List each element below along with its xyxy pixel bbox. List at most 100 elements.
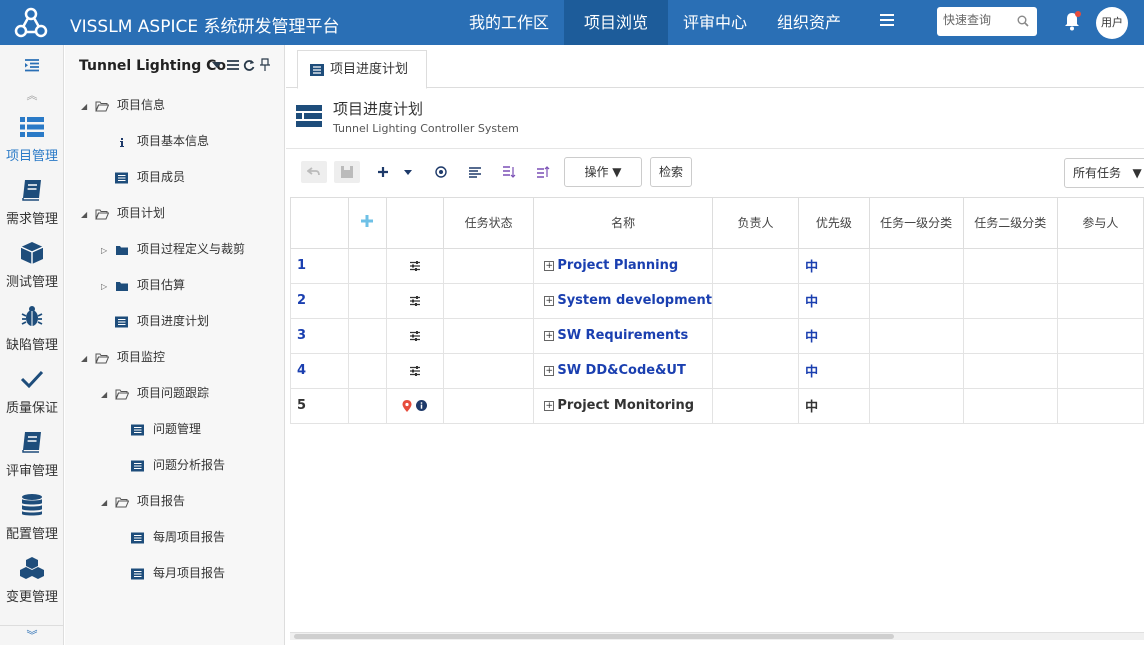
row-participants-cell[interactable] <box>1056 387 1144 424</box>
project-name[interactable]: Tunnel Lighting Co <box>79 58 226 74</box>
task-name[interactable]: SW Requirements <box>557 328 688 343</box>
col-priority[interactable]: 优先级 <box>798 198 870 249</box>
row-participants-cell[interactable] <box>1056 352 1144 389</box>
info-circle-icon[interactable] <box>416 400 428 411</box>
task-name[interactable]: Project Monitoring <box>557 398 694 413</box>
table-row[interactable]: 2 + System development 中 <box>290 282 1144 319</box>
row-status-cell[interactable] <box>442 247 535 284</box>
add-button[interactable] <box>370 161 396 183</box>
row-status-cell[interactable] <box>442 317 535 354</box>
map-pin-icon[interactable] <box>402 399 412 412</box>
tree-node[interactable]: ▷ 项目估算 <box>97 267 185 303</box>
task-filter-select[interactable]: 所有任务 ▼ <box>1064 158 1144 188</box>
row-participants-cell[interactable] <box>1056 282 1144 319</box>
expand-icon[interactable]: + <box>544 330 555 341</box>
row-owner-cell[interactable] <box>711 247 800 284</box>
row-name-cell[interactable]: + Project Monitoring <box>533 387 713 424</box>
tree-node[interactable]: ◢ 项目计划 <box>81 195 165 231</box>
caret-down-icon[interactable]: ◢ <box>81 89 95 125</box>
pin-icon[interactable] <box>259 58 271 72</box>
row-category-1-cell[interactable] <box>868 282 964 319</box>
save-button[interactable] <box>334 161 360 183</box>
caret-right-icon[interactable]: ▷ <box>101 233 115 269</box>
row-owner-cell[interactable] <box>711 317 800 354</box>
table-row[interactable]: 3 + SW Requirements 中 <box>290 317 1144 354</box>
expand-icon[interactable]: + <box>544 365 555 376</box>
tree-node[interactable]: ◢ 项目监控 <box>81 339 165 375</box>
operate-dropdown-button[interactable]: 操作 ▼ <box>564 157 642 187</box>
row-owner-cell[interactable] <box>711 352 800 389</box>
row-status-cell[interactable] <box>442 352 535 389</box>
row-category-1-cell[interactable] <box>868 317 964 354</box>
col-name[interactable]: 名称 <box>533 198 713 249</box>
col-category-1[interactable]: 任务一级分类 <box>868 198 964 249</box>
row-owner-cell[interactable] <box>711 282 800 319</box>
menu-icon[interactable] <box>880 14 894 28</box>
row-priority-cell[interactable]: 中 <box>798 282 870 319</box>
row-category-2-cell[interactable] <box>962 317 1058 354</box>
search-button[interactable]: 检索 <box>650 157 692 187</box>
row-status-cell[interactable] <box>442 282 535 319</box>
caret-down-icon[interactable]: ◢ <box>101 485 115 521</box>
caret-down-icon[interactable]: ◢ <box>81 341 95 377</box>
caret-down-icon[interactable]: ◢ <box>81 197 95 233</box>
target-button[interactable] <box>428 161 454 183</box>
caret-down-icon[interactable] <box>211 58 223 72</box>
task-name[interactable]: System development <box>557 293 711 308</box>
expand-icon[interactable]: + <box>544 295 555 306</box>
col-participants[interactable]: 参与人 <box>1056 198 1144 249</box>
refresh-icon[interactable] <box>243 58 255 72</box>
table-row[interactable]: 4 + SW DD&Code&UT 中 <box>290 352 1144 389</box>
tree-node[interactable]: ◢ 项目报告 <box>97 483 185 519</box>
row-category-2-cell[interactable] <box>962 352 1058 389</box>
tree-node[interactable]: 每周项目报告 <box>113 519 225 555</box>
tab-schedule[interactable]: 项目进度计划 <box>297 50 427 89</box>
tree-node[interactable]: ▷ 项目过程定义与裁剪 <box>97 231 245 267</box>
row-name-cell[interactable]: + Project Planning <box>533 247 713 284</box>
nav-project-browse[interactable]: 项目浏览 <box>564 0 669 45</box>
row-name-cell[interactable]: + SW DD&Code&UT <box>533 352 713 389</box>
undo-button[interactable] <box>301 161 327 183</box>
module-change[interactable]: 变更管理 <box>0 550 64 610</box>
expand-icon[interactable]: + <box>544 400 555 411</box>
row-status-cell[interactable] <box>442 387 535 424</box>
list-menu-icon[interactable] <box>227 58 239 72</box>
row-category-1-cell[interactable] <box>868 247 964 284</box>
col-owner[interactable]: 负责人 <box>711 198 800 249</box>
nav-my-workspace[interactable]: 我的工作区 <box>454 0 564 45</box>
row-name-cell[interactable]: + SW Requirements <box>533 317 713 354</box>
scroll-down-icon[interactable]: ︾ <box>0 625 64 645</box>
sort-desc-button[interactable] <box>496 161 522 183</box>
plus-icon[interactable] <box>360 214 374 228</box>
search-icon[interactable] <box>1017 15 1029 27</box>
module-quality[interactable]: 质量保证 <box>0 361 64 421</box>
col-category-2[interactable]: 任务二级分类 <box>962 198 1058 249</box>
sort-asc-button[interactable] <box>530 161 556 183</box>
task-name[interactable]: SW DD&Code&UT <box>557 363 686 378</box>
nav-org-assets[interactable]: 组织资产 <box>762 0 856 45</box>
module-requirements[interactable]: 需求管理 <box>0 172 64 232</box>
nav-review-center[interactable]: 评审中心 <box>668 0 762 45</box>
row-category-2-cell[interactable] <box>962 282 1058 319</box>
tree-node[interactable]: 项目基本信息 <box>97 123 209 159</box>
quick-search-input[interactable] <box>943 13 1015 27</box>
row-priority-cell[interactable]: 中 <box>798 317 870 354</box>
horizontal-scrollbar[interactable] <box>290 632 1144 640</box>
sliders-icon[interactable] <box>409 330 421 342</box>
expand-icon[interactable]: + <box>544 260 555 271</box>
col-status[interactable]: 任务状态 <box>442 198 535 249</box>
row-participants-cell[interactable] <box>1056 317 1144 354</box>
sliders-icon[interactable] <box>409 295 421 307</box>
caret-right-icon[interactable]: ▷ <box>101 269 115 305</box>
tree-node[interactable]: 问题分析报告 <box>113 447 225 483</box>
sidebar-toggle-icon[interactable] <box>24 58 40 72</box>
row-participants-cell[interactable] <box>1056 247 1144 284</box>
tree-node[interactable]: 每月项目报告 <box>113 555 225 591</box>
row-priority-cell[interactable]: 中 <box>798 387 870 424</box>
user-avatar[interactable]: 用户 <box>1096 7 1128 39</box>
row-priority-cell[interactable]: 中 <box>798 247 870 284</box>
align-button[interactable] <box>462 161 488 183</box>
table-row[interactable]: 5 + Project Monitoring 中 <box>290 387 1144 424</box>
module-project-management[interactable]: 项目管理 <box>0 109 64 169</box>
scroll-up-icon[interactable]: ︽ <box>24 90 40 101</box>
